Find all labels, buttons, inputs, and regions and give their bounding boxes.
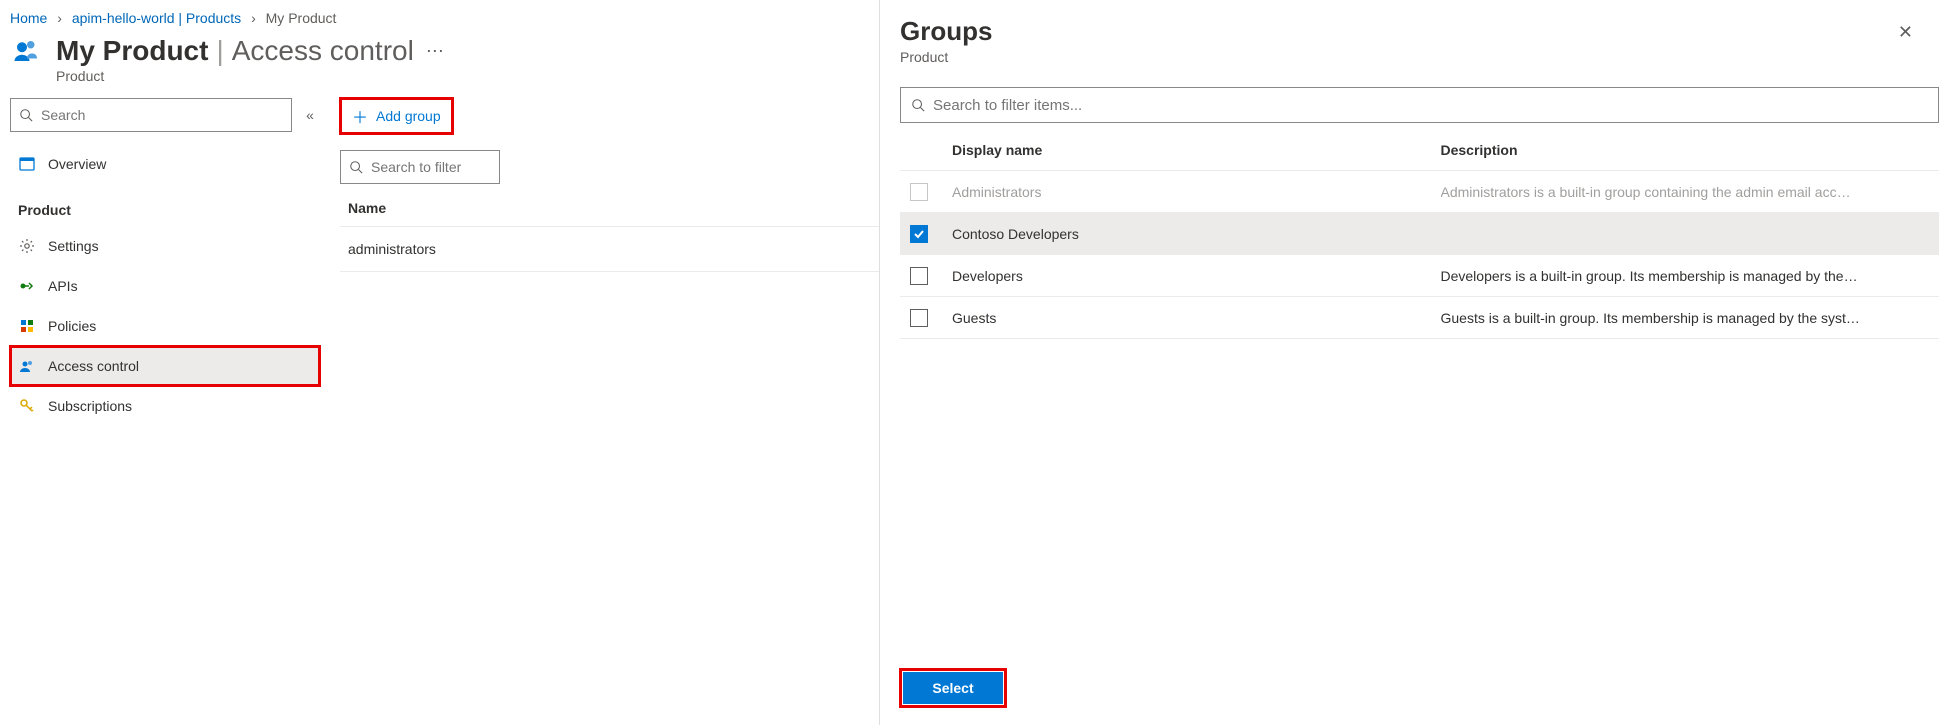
- groups-header-row: Display name Description: [900, 129, 1939, 171]
- groups-table: Display name Description Administrators …: [900, 129, 1939, 339]
- sidebar: « Overview Product Settings APIs Po: [0, 98, 330, 426]
- content-filter[interactable]: [340, 150, 500, 184]
- sidebar-item-apis[interactable]: APIs: [10, 266, 320, 306]
- group-name: Administrators: [946, 184, 1441, 200]
- sidebar-item-settings[interactable]: Settings: [10, 226, 320, 266]
- group-description: Administrators is a built-in group conta…: [1441, 184, 1936, 200]
- groups-row-contoso-developers[interactable]: Contoso Developers: [900, 213, 1939, 255]
- plus-icon: ＋: [352, 104, 368, 128]
- group-description: Guests is a built-in group. Its membersh…: [1441, 310, 1936, 326]
- groups-row-developers[interactable]: Developers Developers is a built-in grou…: [900, 255, 1939, 297]
- checkbox-checked[interactable]: [910, 225, 928, 243]
- sidebar-item-label: Subscriptions: [48, 398, 132, 414]
- sidebar-item-label: Access control: [48, 358, 139, 374]
- sidebar-item-label: Settings: [48, 238, 99, 254]
- checkbox[interactable]: [910, 267, 928, 285]
- access-control-icon: [18, 357, 36, 375]
- groups-row-administrators: Administrators Administrators is a built…: [900, 171, 1939, 213]
- sidebar-item-label: Overview: [48, 156, 106, 172]
- group-name: Contoso Developers: [946, 226, 1441, 242]
- col-display-name[interactable]: Display name: [946, 142, 1441, 158]
- panel-title: Groups: [900, 16, 992, 47]
- overview-icon: [18, 155, 36, 173]
- sidebar-item-label: APIs: [48, 278, 78, 294]
- collapse-sidebar-icon[interactable]: «: [300, 107, 320, 123]
- title-separator: |: [216, 35, 223, 67]
- key-icon: [18, 397, 36, 415]
- sidebar-search-input[interactable]: [39, 106, 283, 124]
- panel-search-input[interactable]: [931, 96, 1928, 115]
- select-button[interactable]: Select: [903, 672, 1003, 704]
- search-icon: [911, 98, 925, 112]
- group-name: Guests: [946, 310, 1441, 326]
- group-description: Developers is a built-in group. Its memb…: [1441, 268, 1936, 284]
- groups-panel: Groups Product ✕ Display name Descriptio…: [879, 0, 1939, 725]
- sidebar-item-subscriptions[interactable]: Subscriptions: [10, 386, 320, 426]
- search-icon: [349, 160, 363, 174]
- gear-icon: [18, 237, 36, 255]
- groups-row-guests[interactable]: Guests Guests is a built-in group. Its m…: [900, 297, 1939, 339]
- page-title: My Product: [56, 35, 208, 67]
- product-icon: [10, 34, 44, 68]
- breadcrumb-current: My Product: [266, 10, 337, 26]
- add-group-button[interactable]: ＋ Add group: [340, 98, 453, 134]
- sidebar-group-product: Product: [10, 184, 320, 226]
- panel-subtitle: Product: [900, 49, 992, 65]
- sidebar-item-access-control[interactable]: Access control: [10, 346, 320, 386]
- col-description[interactable]: Description: [1441, 142, 1936, 158]
- policies-icon: [18, 317, 36, 335]
- close-icon[interactable]: ✕: [1892, 16, 1919, 49]
- more-icon[interactable]: ⋯: [426, 41, 446, 62]
- page-section: Access control: [232, 35, 414, 67]
- sidebar-search[interactable]: [10, 98, 292, 132]
- sidebar-item-policies[interactable]: Policies: [10, 306, 320, 346]
- breadcrumb-home[interactable]: Home: [10, 10, 47, 26]
- search-icon: [19, 108, 33, 122]
- content-filter-input[interactable]: [369, 158, 554, 176]
- chevron-right-icon: ›: [251, 10, 256, 26]
- sidebar-item-label: Policies: [48, 318, 96, 334]
- add-group-label: Add group: [376, 108, 441, 124]
- panel-search[interactable]: [900, 87, 1939, 123]
- checkbox[interactable]: [910, 309, 928, 327]
- breadcrumb-service[interactable]: apim-hello-world | Products: [72, 10, 241, 26]
- checkbox-disabled: [910, 183, 928, 201]
- apis-icon: [18, 277, 36, 295]
- sidebar-item-overview[interactable]: Overview: [10, 144, 320, 184]
- chevron-right-icon: ›: [57, 10, 62, 26]
- group-name: Developers: [946, 268, 1441, 284]
- select-button-highlight: Select: [900, 669, 1006, 707]
